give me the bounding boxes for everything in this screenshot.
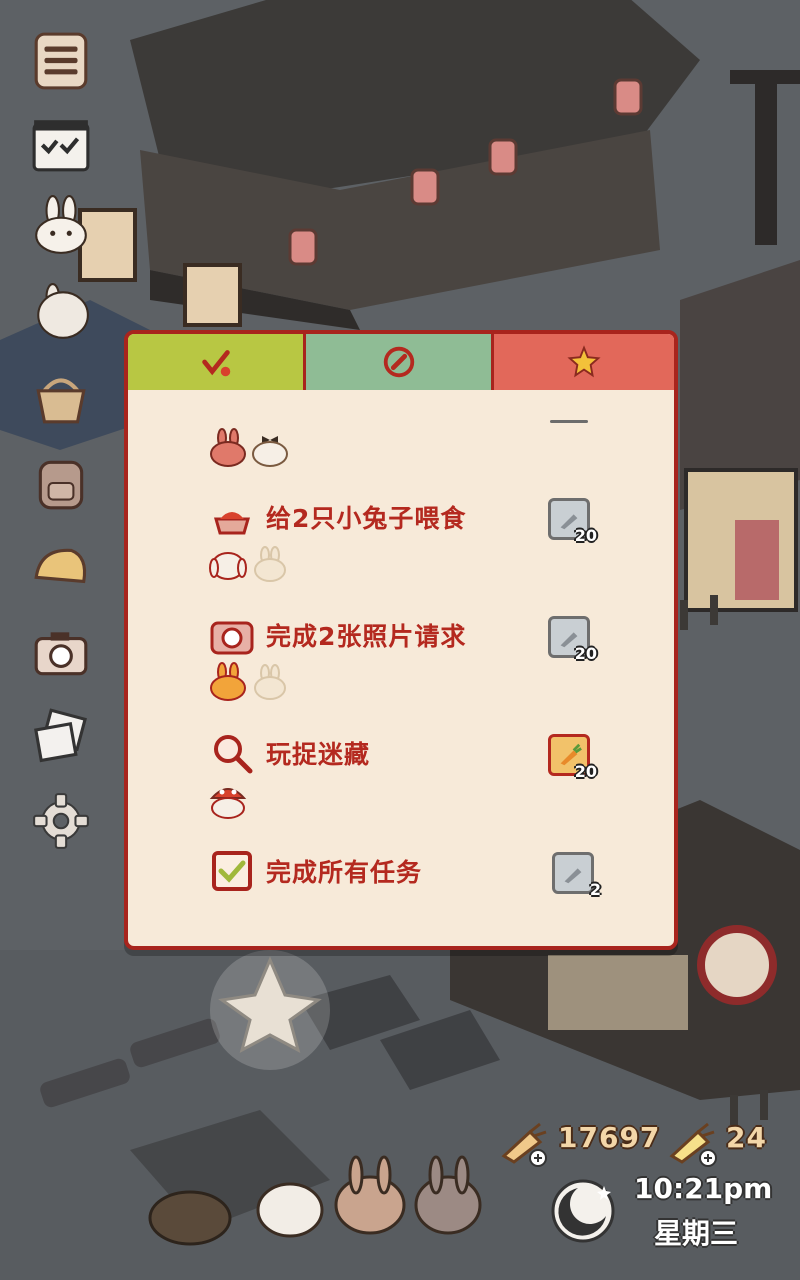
task-reward-badge: 2	[552, 852, 601, 899]
task-3-bunnies	[208, 780, 248, 820]
bread-button[interactable]	[30, 536, 92, 598]
carrot-count: 17697	[558, 1121, 661, 1154]
tab-carrot-tasks[interactable]	[306, 334, 494, 390]
basket-icon	[36, 378, 86, 424]
task-label: 完成2张照片请求	[266, 622, 467, 651]
carrot-coin-icon	[383, 346, 414, 378]
checkbox-icon	[212, 851, 252, 891]
golden-carrot-count: 24	[726, 1121, 767, 1154]
checkmark-icon	[201, 350, 230, 377]
reward-count: 2	[589, 880, 601, 899]
golden-carrot-currency-icon	[669, 1122, 717, 1167]
task-list-button[interactable]	[30, 114, 92, 176]
star-icon	[567, 345, 601, 378]
divider-dash	[550, 420, 588, 423]
silver-carrot-icon	[564, 868, 582, 884]
reward-count: 20	[574, 762, 597, 781]
header-bunnies	[208, 428, 290, 468]
orange-bunny-icon	[210, 662, 246, 701]
task-reward-badge: 20	[548, 498, 597, 545]
red-bunny-icon	[210, 428, 246, 467]
lop-bunny-icon	[209, 552, 247, 580]
task-label: 给2只小兔子喂食	[266, 504, 467, 533]
reward-count: 20	[574, 526, 597, 545]
tab-star-tasks[interactable]	[494, 334, 674, 390]
task-tabs	[128, 334, 674, 390]
task-2-bunnies	[208, 662, 290, 702]
task-label: 玩捉迷藏	[266, 740, 371, 769]
moon-clock-icon	[551, 1179, 615, 1243]
menu-button[interactable]	[30, 30, 92, 92]
settings-gear-icon	[33, 793, 89, 849]
mushroom-hat-bunny-icon	[209, 788, 247, 819]
tab-daily-tasks[interactable]	[128, 334, 307, 390]
bunny-sitting-button[interactable]	[30, 282, 92, 344]
food-bowl-icon	[214, 512, 250, 535]
camera-icon	[210, 621, 254, 655]
bunny-face-icon	[35, 195, 87, 254]
photos-button[interactable]	[30, 706, 92, 768]
clock-time: 10:21pm	[634, 1172, 773, 1205]
faded-bunny-icon	[254, 546, 286, 582]
camera-button[interactable]	[30, 622, 92, 684]
bunny-sitting-icon	[37, 283, 89, 339]
bunny-collection-button[interactable]	[30, 194, 92, 256]
settings-button[interactable]	[30, 790, 92, 852]
task-1-bunnies	[208, 544, 290, 584]
magnifier-icon	[214, 735, 253, 774]
task-list-icon	[32, 120, 90, 172]
photos-icon	[34, 708, 87, 763]
camera-icon	[34, 632, 88, 676]
white-bunny-bow-icon	[252, 436, 288, 467]
task-reward-badge: 20	[548, 616, 597, 663]
menu-list-icon	[34, 32, 88, 90]
weekday-label: 星期三	[654, 1217, 739, 1250]
task-label: 完成所有任务	[266, 858, 423, 887]
reward-count: 20	[574, 644, 597, 663]
backpack-button[interactable]	[30, 452, 92, 514]
basket-button[interactable]	[30, 366, 92, 428]
backpack-icon	[38, 460, 84, 510]
daily-tasks-panel: 给2只小兔子喂食 20 完成2张照片请求 20 玩捉迷藏 20 完成所有任务 2	[124, 330, 678, 950]
task-reward-badge: 20	[548, 734, 597, 781]
carrot-currency-icon	[501, 1122, 547, 1167]
bread-icon	[34, 548, 87, 584]
faded-bunny-icon	[254, 664, 286, 700]
